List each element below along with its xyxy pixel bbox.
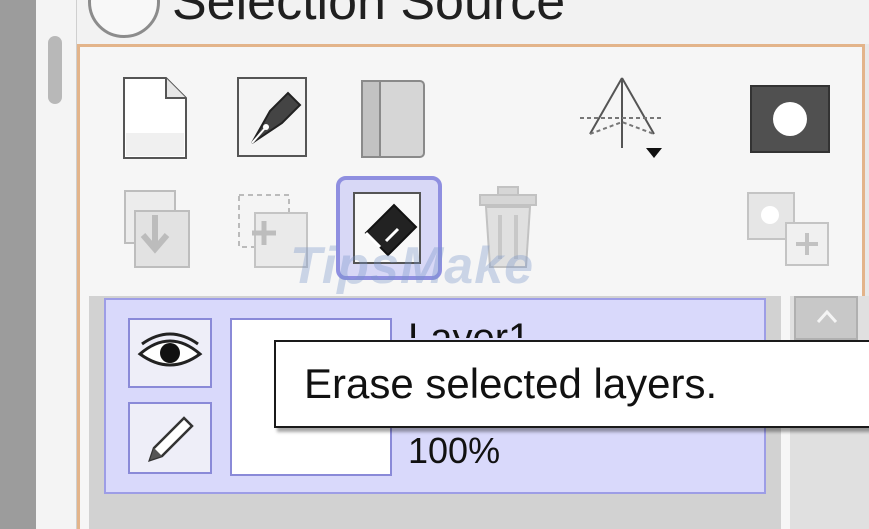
watermark: TipsMake bbox=[290, 237, 535, 295]
tooltip: Erase selected layers. bbox=[274, 340, 869, 428]
new-raster-layer-button[interactable] bbox=[108, 72, 200, 164]
layer-mask-button[interactable] bbox=[744, 72, 836, 164]
layer-name: Layer1 bbox=[408, 316, 531, 338]
duplicate-layer-button[interactable] bbox=[742, 182, 834, 274]
scrollbar-thumb[interactable] bbox=[48, 36, 62, 104]
eye-icon bbox=[136, 330, 204, 381]
new-page-icon bbox=[114, 73, 194, 163]
ruler-button[interactable] bbox=[576, 72, 668, 164]
duplicate-layer-icon bbox=[740, 183, 836, 273]
folder-icon bbox=[350, 73, 430, 163]
tooltip-text: Erase selected layers. bbox=[304, 360, 718, 407]
selection-source-label: Selection Source bbox=[172, 0, 566, 31]
merge-down-icon bbox=[111, 183, 197, 273]
new-vector-layer-button[interactable] bbox=[226, 72, 318, 164]
new-folder-button[interactable] bbox=[344, 72, 436, 164]
chevron-up-icon bbox=[816, 308, 838, 331]
layer-opacity: 100% bbox=[408, 430, 501, 471]
layer-edit-toggle[interactable] bbox=[128, 402, 212, 474]
pencil-icon bbox=[142, 412, 198, 473]
layer-visibility-toggle[interactable] bbox=[128, 318, 212, 388]
left-panel-edge bbox=[0, 0, 36, 529]
mask-icon bbox=[747, 78, 833, 158]
merge-down-button[interactable] bbox=[108, 182, 200, 274]
pen-page-icon bbox=[230, 73, 314, 163]
scroll-up-button[interactable] bbox=[794, 296, 858, 340]
perspective-ruler-icon bbox=[572, 70, 672, 166]
